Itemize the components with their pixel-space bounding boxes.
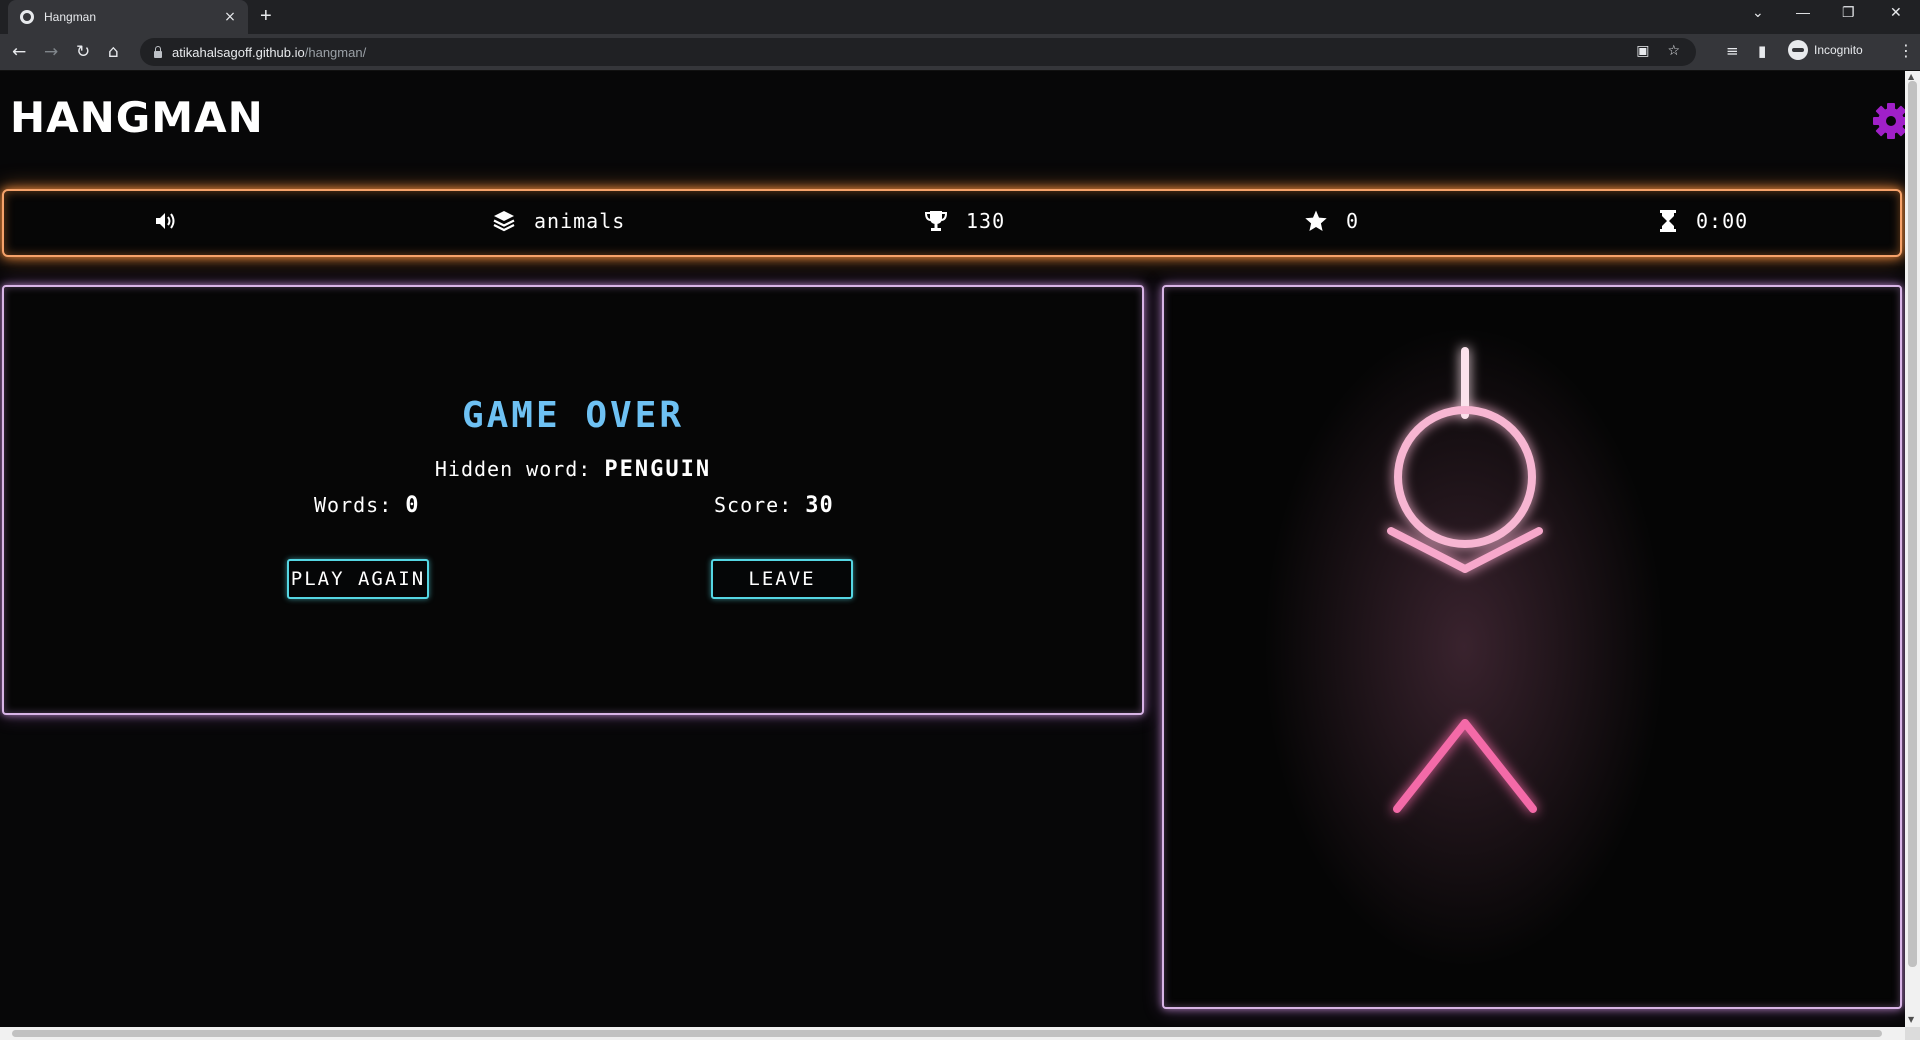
layers-icon xyxy=(493,211,515,232)
timer-value: 0:00 xyxy=(1696,209,1749,233)
browser-menu-icon[interactable]: ⋮ xyxy=(1898,41,1914,60)
scroll-down-icon[interactable]: ▼ xyxy=(1908,1015,1914,1024)
reading-list-icon[interactable]: ≡ xyxy=(1726,42,1739,60)
high-score-stat: 130 xyxy=(924,207,1005,235)
page-title: HANGMAN xyxy=(10,93,264,142)
horizontal-scroll-thumb[interactable] xyxy=(12,1030,1882,1037)
new-tab-button[interactable]: + xyxy=(260,5,272,28)
stats-bar: animals 130 0 0:00 xyxy=(2,189,1902,257)
words-label: Words: xyxy=(314,493,393,517)
hourglass-icon xyxy=(1660,210,1676,232)
stars-stat: 0 xyxy=(1304,207,1359,235)
hidden-word-line: Hidden word: PENGUIN xyxy=(4,457,1142,482)
tab-search-icon[interactable]: ⌄ xyxy=(1752,4,1764,21)
incognito-icon xyxy=(1788,40,1808,60)
browser-tabstrip: Hangman × + ⌄ — ❐ ✕ xyxy=(0,0,1920,34)
gear-icon[interactable] xyxy=(1871,101,1905,141)
hidden-word-value: PENGUIN xyxy=(604,457,712,482)
minimize-icon[interactable]: — xyxy=(1796,4,1810,20)
incognito-profile[interactable]: Incognito xyxy=(1788,40,1863,60)
high-score-value: 130 xyxy=(966,209,1006,233)
back-icon[interactable]: ← xyxy=(12,42,26,62)
hidden-word-label: Hidden word: xyxy=(434,457,592,481)
score-label: Score: xyxy=(714,493,793,517)
category-stat: animals xyxy=(492,207,625,235)
address-bar[interactable]: atikahalsagoff.github.io /hangman/ ▣ ☆ xyxy=(140,38,1696,66)
score-value: 30 xyxy=(805,493,834,518)
incognito-label: Incognito xyxy=(1814,43,1863,57)
words-line: Words: 0 xyxy=(314,493,420,518)
vertical-scroll-thumb[interactable] xyxy=(1908,81,1917,967)
stars-value: 0 xyxy=(1346,209,1360,233)
globe-icon xyxy=(20,10,34,24)
browser-tab[interactable]: Hangman × xyxy=(8,0,248,34)
horizontal-scrollbar[interactable] xyxy=(0,1027,1905,1040)
browser-toolbar: ← → ↻ ⌂ atikahalsagoff.github.io /hangma… xyxy=(0,34,1920,71)
lock-icon xyxy=(154,45,162,58)
close-window-icon[interactable]: ✕ xyxy=(1890,4,1902,21)
page: HANGMAN animals 130 0 0:00 GAME OVER Hid… xyxy=(0,71,1905,1027)
category-value: animals xyxy=(534,209,626,233)
qr-code-icon[interactable]: ▣ xyxy=(1636,43,1649,59)
tab-title: Hangman xyxy=(44,10,97,24)
scroll-up-icon[interactable]: ▲ xyxy=(1908,72,1914,81)
url-host: atikahalsagoff.github.io xyxy=(172,44,305,60)
words-value: 0 xyxy=(405,493,420,518)
side-panel-icon[interactable]: ▮ xyxy=(1758,42,1766,60)
score-line: Score: 30 xyxy=(714,493,834,518)
leave-button[interactable]: LEAVE xyxy=(711,559,853,599)
vertical-scrollbar[interactable]: ▲ ▼ xyxy=(1905,71,1920,1027)
restore-icon[interactable]: ❐ xyxy=(1842,4,1855,21)
star-icon xyxy=(1305,210,1327,231)
game-over-panel: GAME OVER Hidden word: PENGUIN Words: 0 … xyxy=(2,285,1144,715)
timer-stat: 0:00 xyxy=(1658,207,1748,235)
scrollbar-corner xyxy=(1905,1027,1920,1040)
hangman-panel xyxy=(1162,285,1902,1009)
close-tab-icon[interactable]: × xyxy=(222,9,238,25)
play-again-button[interactable]: PLAY AGAIN xyxy=(287,559,429,599)
url-path: /hangman/ xyxy=(304,44,367,60)
trophy-icon xyxy=(924,211,948,231)
home-icon[interactable]: ⌂ xyxy=(108,42,119,62)
bookmark-star-icon[interactable]: ☆ xyxy=(1667,43,1680,59)
sound-toggle[interactable] xyxy=(154,207,178,235)
forward-icon[interactable]: → xyxy=(44,42,58,62)
game-over-title: GAME OVER xyxy=(461,395,685,436)
reload-icon[interactable]: ↻ xyxy=(76,42,90,62)
speaker-icon[interactable] xyxy=(154,211,178,231)
hangman-drawing xyxy=(1264,327,1765,967)
